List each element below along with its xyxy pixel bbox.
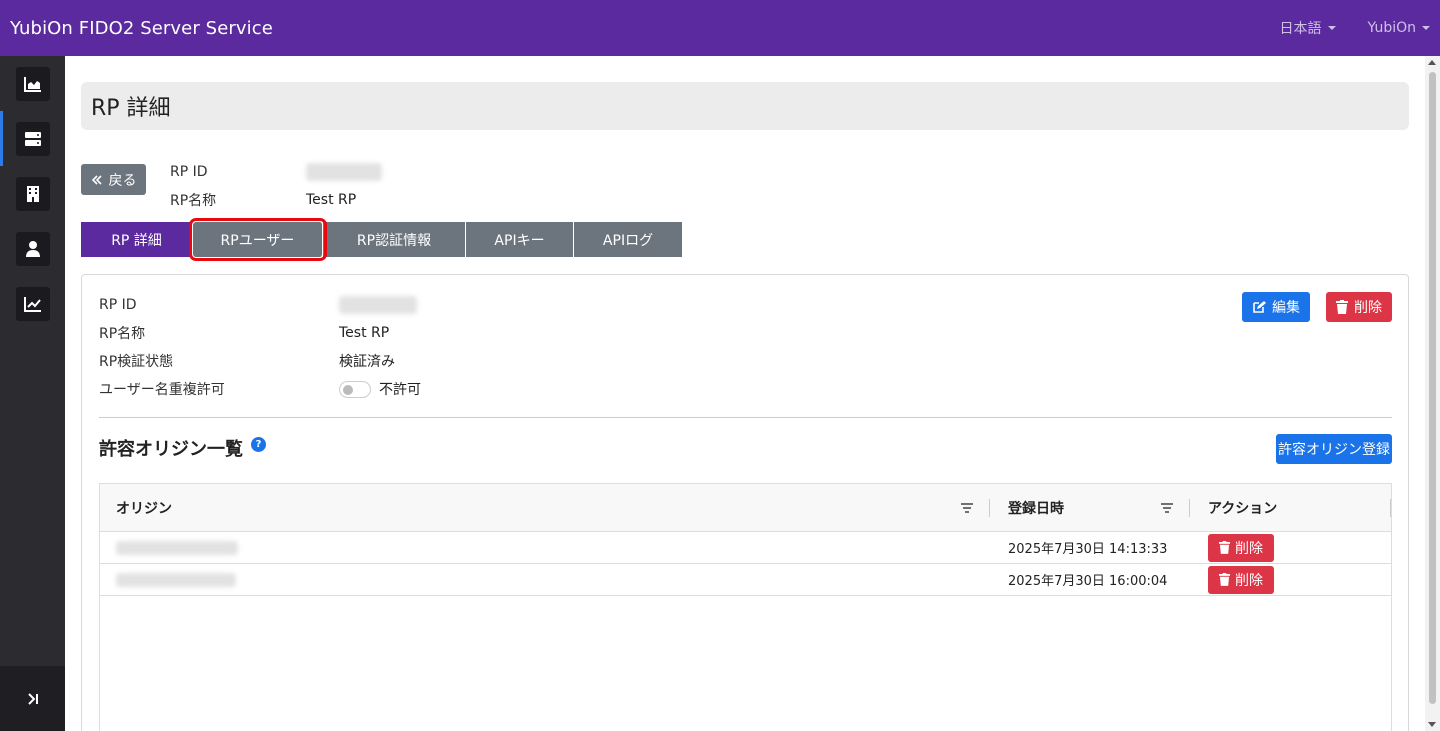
- column-header-origin[interactable]: オリジン: [100, 484, 990, 531]
- detail-rp-name-label: RP名称: [99, 326, 146, 342]
- detail-rp-id-label: RP ID: [99, 297, 137, 313]
- tab-api-logs[interactable]: APIログ: [574, 222, 683, 257]
- sidebar-item-dashboard[interactable]: [0, 56, 65, 111]
- origin-cell: [100, 532, 990, 563]
- rp-name-value: Test RP: [306, 192, 357, 208]
- delete-origin-button[interactable]: 削除: [1208, 565, 1274, 594]
- edit-icon: [1253, 301, 1266, 313]
- column-action-label: アクション: [1208, 500, 1278, 517]
- rp-summary: RP ID RP名称 Test RP: [170, 158, 382, 214]
- rp-detail-card: RP ID RP名称 Test RP RP検証状態 検証済み ユーザー名重複許可…: [81, 274, 1409, 731]
- tab-rp-users[interactable]: RPユーザー: [189, 218, 327, 261]
- page-title: RP 詳細: [81, 82, 1409, 130]
- collapse-sidebar-icon: [27, 692, 38, 705]
- collapse-sidebar-button[interactable]: [0, 666, 65, 731]
- sidebar-item-rp[interactable]: [0, 111, 65, 166]
- scroll-up-arrow-icon[interactable]: [1428, 60, 1436, 65]
- delete-rp-button[interactable]: 削除: [1326, 292, 1392, 322]
- edit-button[interactable]: 編集: [1242, 292, 1310, 322]
- language-dropdown[interactable]: 日本語: [1280, 18, 1336, 38]
- delete-origin-label: 削除: [1235, 540, 1263, 557]
- language-label: 日本語: [1279, 21, 1322, 37]
- trash-icon: [1336, 300, 1348, 314]
- main-content: RP 詳細 戻る RP ID RP名称 Test RP RP 詳細 RPユーザー…: [65, 56, 1425, 731]
- chevron-down-icon: [1422, 26, 1430, 30]
- brand-title[interactable]: YubiOn FIDO2 Server Service: [10, 18, 273, 39]
- column-header-date[interactable]: 登録日時: [990, 484, 1190, 531]
- scroll-thumb[interactable]: [1429, 72, 1436, 704]
- column-separator[interactable]: [1390, 499, 1391, 517]
- date-cell: 2025年7月30日 16:00:04: [1008, 574, 1168, 589]
- filter-icon[interactable]: [960, 503, 974, 513]
- page-scrollbar[interactable]: [1425, 56, 1440, 731]
- back-button[interactable]: 戻る: [81, 164, 146, 195]
- sidebar-item-reports[interactable]: [0, 276, 65, 331]
- dup-username-toggle[interactable]: [339, 380, 371, 398]
- delete-origin-button[interactable]: 削除: [1208, 533, 1274, 562]
- double-chevron-left-icon: [91, 174, 102, 185]
- filter-icon[interactable]: [1160, 503, 1174, 513]
- verify-status-label: RP検証状態: [99, 354, 174, 370]
- top-navbar: YubiOn FIDO2 Server Service 日本語 YubiOn: [0, 0, 1440, 56]
- origin-cell: [100, 564, 990, 595]
- rp-tabs: RP 詳細 RPユーザー RP認証情報 APIキー APIログ: [81, 218, 683, 261]
- trash-icon: [1219, 573, 1230, 586]
- origins-table: オリジン 登録日時 アクション 2025年7月30日 14:13:33 削除 2…: [99, 483, 1392, 731]
- dup-username-label: ユーザー名重複許可: [99, 382, 225, 398]
- dashboard-chart-icon: [23, 76, 41, 92]
- origin-value-redacted: [116, 572, 236, 587]
- tab-rp-credentials[interactable]: RP認証情報: [323, 222, 466, 257]
- user-dropdown[interactable]: YubiOn: [1367, 20, 1430, 36]
- sidebar: [0, 56, 65, 731]
- question-circle-icon[interactable]: ?: [251, 436, 266, 452]
- rp-name-label: RP名称: [170, 193, 217, 209]
- detail-rp-name-value: Test RP: [339, 325, 390, 341]
- user-label: YubiOn: [1367, 20, 1417, 36]
- section-divider: [99, 417, 1392, 418]
- back-button-label: 戻る: [108, 172, 137, 189]
- column-origin-label: オリジン: [116, 500, 172, 517]
- delete-rp-label: 削除: [1354, 300, 1382, 316]
- detail-rp-id-value-redacted: [339, 296, 417, 314]
- tab-rp-detail[interactable]: RP 詳細: [81, 222, 193, 257]
- column-header-action: アクション: [1190, 484, 1391, 531]
- server-icon: [24, 131, 41, 146]
- building-icon: [26, 186, 39, 202]
- user-icon: [25, 241, 40, 257]
- table-header: オリジン 登録日時 アクション: [100, 484, 1391, 532]
- rp-id-label: RP ID: [170, 164, 208, 180]
- origin-value-redacted: [116, 540, 238, 555]
- table-row: 2025年7月30日 16:00:04 削除: [100, 564, 1391, 596]
- line-chart-icon: [23, 296, 41, 312]
- verify-status-value: 検証済み: [339, 354, 395, 370]
- sidebar-item-organization[interactable]: [0, 166, 65, 221]
- action-cell: 削除: [1190, 564, 1391, 595]
- delete-origin-label: 削除: [1235, 572, 1263, 589]
- column-date-label: 登録日時: [1008, 500, 1064, 517]
- allowed-origins-heading: 許容オリジン一覧: [99, 439, 243, 460]
- edit-button-label: 編集: [1272, 300, 1300, 316]
- dup-username-value: 不許可: [379, 382, 421, 398]
- table-row: 2025年7月30日 14:13:33 削除: [100, 532, 1391, 564]
- sidebar-item-users[interactable]: [0, 221, 65, 276]
- allowed-origins-title: 許容オリジン一覧 ?: [99, 435, 266, 461]
- date-cell: 2025年7月30日 14:13:33: [1008, 542, 1168, 557]
- chevron-down-icon: [1327, 26, 1336, 30]
- add-origin-button[interactable]: 許容オリジン登録: [1276, 434, 1392, 464]
- tab-api-keys[interactable]: APIキー: [466, 222, 574, 257]
- action-cell: 削除: [1190, 532, 1391, 563]
- scroll-down-arrow-icon[interactable]: [1428, 722, 1436, 727]
- rp-detail-info: RP ID RP名称 Test RP RP検証状態 検証済み ユーザー名重複許可…: [99, 291, 421, 403]
- rp-id-value-redacted: [306, 163, 382, 181]
- trash-icon: [1219, 541, 1230, 554]
